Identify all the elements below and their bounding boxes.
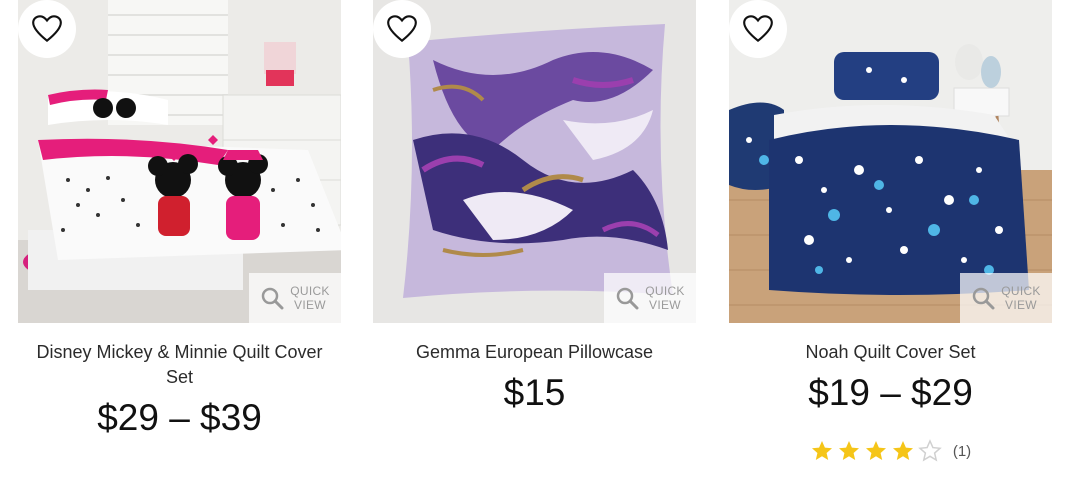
wishlist-heart-button[interactable] <box>729 0 787 58</box>
magnifier-icon <box>616 287 639 310</box>
heart-icon <box>32 15 62 43</box>
heart-icon <box>743 15 773 43</box>
product-card[interactable]: QUICK VIEW Disney Mickey & Minnie Quilt … <box>18 0 341 438</box>
product-name[interactable]: Gemma European Pillowcase <box>373 340 696 365</box>
product-card[interactable]: QUICK VIEW Gemma European Pillowcase $15 <box>373 0 696 413</box>
rating-count: (1) <box>952 442 972 460</box>
magnifier-icon <box>261 287 284 310</box>
quick-view-label: QUICK VIEW <box>645 284 685 312</box>
quick-view-label: QUICK VIEW <box>1001 284 1041 312</box>
quick-view-button[interactable]: QUICK VIEW <box>960 273 1052 323</box>
product-image[interactable]: QUICK VIEW <box>18 0 341 323</box>
star-filled-icon <box>892 441 913 460</box>
product-price: $29 – $39 <box>97 397 262 438</box>
wishlist-heart-button[interactable] <box>373 0 431 58</box>
product-image[interactable]: QUICK VIEW <box>729 0 1052 323</box>
star-filled-icon <box>865 441 886 460</box>
product-grid: QUICK VIEW Disney Mickey & Minnie Quilt … <box>0 0 1080 479</box>
product-price: $19 – $29 <box>808 372 973 413</box>
heart-icon <box>387 15 417 43</box>
product-image[interactable]: QUICK VIEW <box>373 0 696 323</box>
product-price: $15 <box>503 372 566 413</box>
product-rating[interactable]: (1) <box>729 439 1052 463</box>
star-filled-icon <box>838 441 859 460</box>
star-filled-icon <box>811 441 832 460</box>
magnifier-icon <box>972 287 995 310</box>
wishlist-heart-button[interactable] <box>18 0 76 58</box>
quick-view-button[interactable]: QUICK VIEW <box>604 273 696 323</box>
quick-view-label: QUICK VIEW <box>290 284 330 312</box>
product-name[interactable]: Disney Mickey & Minnie Quilt Cover Set <box>18 340 341 390</box>
product-name[interactable]: Noah Quilt Cover Set <box>729 340 1052 365</box>
star-empty-icon <box>918 439 942 462</box>
quick-view-button[interactable]: QUICK VIEW <box>249 273 341 323</box>
product-card[interactable]: QUICK VIEW Noah Quilt Cover Set $19 – $2… <box>729 0 1052 463</box>
